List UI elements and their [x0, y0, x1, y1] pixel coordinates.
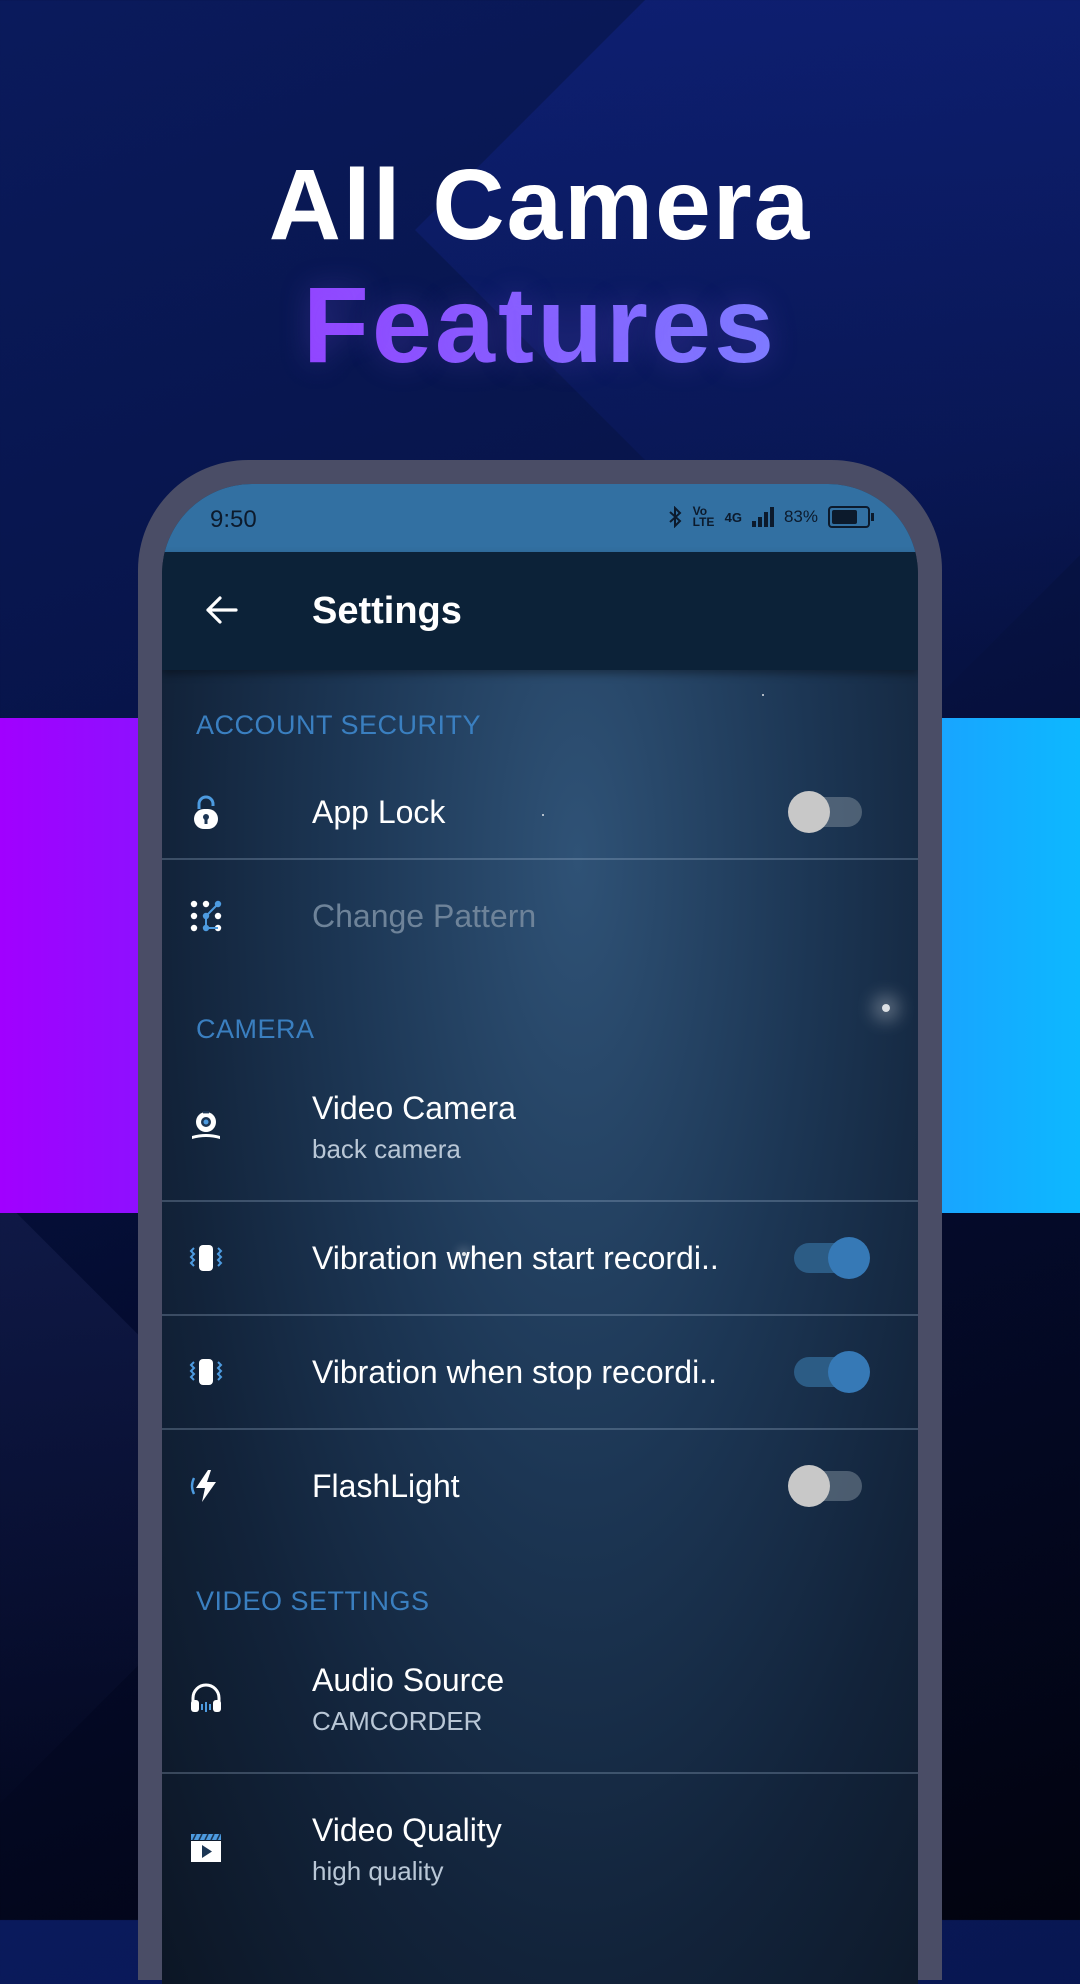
toggle-knob — [828, 1351, 870, 1393]
setting-flashlight[interactable]: FlashLight — [162, 1430, 918, 1542]
setting-subtitle: high quality — [312, 1856, 444, 1886]
battery-level — [832, 510, 857, 524]
accent-band-left — [0, 718, 160, 1213]
toggle-knob — [788, 1465, 830, 1507]
arrow-left-icon[interactable] — [200, 588, 244, 632]
pattern-icon — [190, 900, 222, 932]
sparkle — [762, 694, 764, 696]
network-label: 4G — [724, 509, 742, 525]
setting-subtitle: back camera — [312, 1134, 461, 1164]
page-title: Settings — [312, 590, 462, 632]
setting-title: Vibration when start recordi.. — [312, 1240, 719, 1276]
setting-title: Video Quality — [312, 1812, 502, 1848]
status-bar: 9:50 Vo LTE 4G 83% — [162, 484, 918, 552]
phone-frame: 9:50 Vo LTE 4G 83% Settings ACCOUNT SECU… — [138, 460, 942, 1984]
status-time: 9:50 — [210, 506, 257, 533]
setting-video-quality[interactable]: Video Quality high quality — [162, 1774, 918, 1924]
flash-icon — [190, 1470, 216, 1502]
vibrate-icon — [189, 1245, 223, 1271]
setting-title: Video Camera — [312, 1090, 516, 1126]
headphones-icon — [191, 1683, 221, 1712]
vibration-start-toggle[interactable] — [794, 1237, 870, 1279]
setting-title: App Lock — [312, 794, 446, 830]
section-header-video-settings: VIDEO SETTINGS — [196, 1586, 430, 1616]
setting-vibration-start[interactable]: Vibration when start recordi.. — [162, 1202, 918, 1314]
setting-title: Change Pattern — [312, 898, 537, 934]
accent-band-right — [920, 718, 1080, 1213]
setting-subtitle: CAMCORDER — [312, 1706, 483, 1736]
section-header-account-security: ACCOUNT SECURITY — [196, 710, 482, 740]
lock-icon — [194, 795, 218, 829]
setting-change-pattern: Change Pattern — [162, 860, 918, 972]
promo-headline: All Camera — [268, 149, 812, 261]
battery-tip — [871, 513, 874, 521]
clapperboard-icon — [191, 1833, 221, 1862]
setting-title: FlashLight — [312, 1468, 460, 1504]
vibrate-icon — [189, 1359, 223, 1385]
setting-audio-source[interactable]: Audio Source CAMCORDER — [162, 1630, 918, 1768]
setting-title: Audio Source — [312, 1662, 505, 1698]
toggle-knob — [788, 791, 830, 833]
phone-screen: 9:50 Vo LTE 4G 83% Settings ACCOUNT SECU… — [162, 484, 918, 1984]
app-lock-toggle[interactable] — [788, 791, 862, 833]
vibration-stop-toggle[interactable] — [794, 1351, 870, 1393]
section-header-camera: CAMERA — [196, 1014, 315, 1044]
battery-icon — [828, 506, 874, 528]
battery-percent: 83% — [783, 507, 818, 526]
sparkle — [882, 1004, 890, 1012]
volte-label: Vo LTE — [692, 504, 715, 529]
app-toolbar: Settings — [162, 552, 918, 670]
setting-title: Vibration when stop recordi.. — [312, 1354, 717, 1390]
webcam-icon — [192, 1111, 220, 1139]
toggle-knob — [828, 1237, 870, 1279]
promo-headline-highlight: Features — [0, 262, 1080, 387]
setting-video-camera[interactable]: Video Camera back camera — [162, 1058, 918, 1196]
status-icons: Vo LTE 4G 83% — [667, 504, 874, 529]
setting-vibration-stop[interactable]: Vibration when stop recordi.. — [162, 1316, 918, 1428]
bluetooth-icon — [668, 506, 682, 528]
signal-icon — [751, 507, 774, 527]
setting-app-lock[interactable]: App Lock — [162, 756, 918, 868]
flashlight-toggle[interactable] — [788, 1465, 862, 1507]
